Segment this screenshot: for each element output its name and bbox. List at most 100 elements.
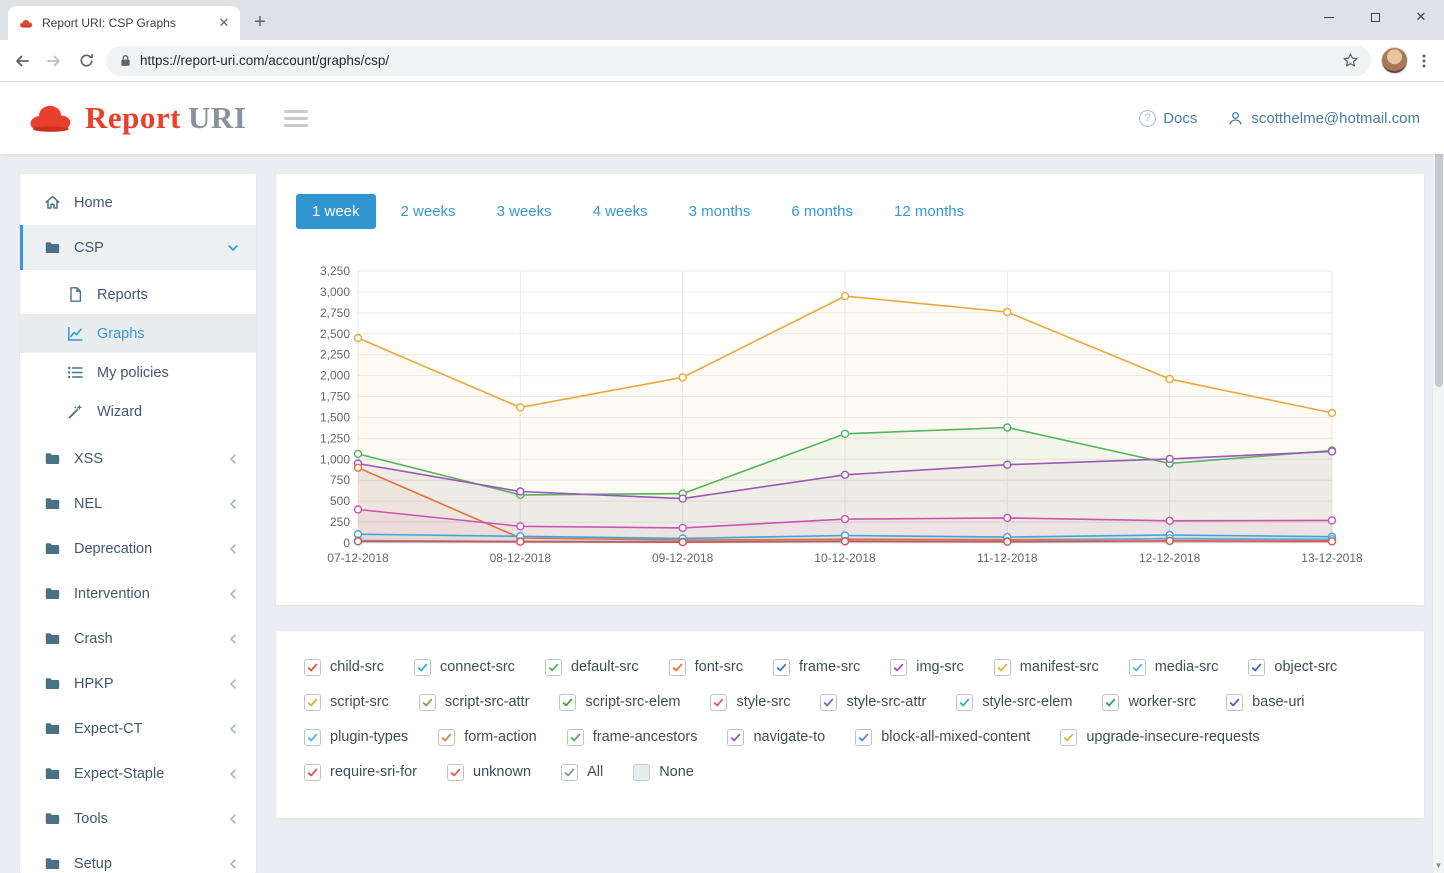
range-tab-4-weeks[interactable]: 4 weeks bbox=[577, 194, 664, 229]
checkbox-style-src[interactable] bbox=[710, 694, 727, 711]
range-tab-3-weeks[interactable]: 3 weeks bbox=[481, 194, 568, 229]
maximize-button[interactable] bbox=[1352, 0, 1398, 34]
checkbox-child-src[interactable] bbox=[304, 659, 321, 676]
filter-media-src[interactable]: media-src bbox=[1129, 659, 1219, 676]
filter-label: frame-src bbox=[799, 659, 860, 675]
checkbox-style-src-attr[interactable] bbox=[820, 694, 837, 711]
forward-button[interactable] bbox=[38, 45, 70, 77]
filter-style-src[interactable]: style-src bbox=[710, 694, 790, 711]
filter-label: form-action bbox=[464, 729, 537, 745]
filter-default-src[interactable]: default-src bbox=[545, 659, 639, 676]
checkbox-require-sri-for[interactable] bbox=[304, 764, 321, 781]
range-tab-3-months[interactable]: 3 months bbox=[673, 194, 767, 229]
checkbox-none[interactable] bbox=[633, 764, 650, 781]
filter-unknown[interactable]: unknown bbox=[447, 764, 531, 781]
tab-close-icon[interactable]: ✕ bbox=[216, 15, 232, 31]
checkbox-img-src[interactable] bbox=[890, 659, 907, 676]
docs-link[interactable]: ? Docs bbox=[1139, 110, 1197, 127]
filter-manifest-src[interactable]: manifest-src bbox=[994, 659, 1099, 676]
filter-frame-ancestors[interactable]: frame-ancestors bbox=[567, 729, 698, 746]
sidebar-item-expect-staple[interactable]: Expect-Staple bbox=[20, 751, 256, 796]
filter-img-src[interactable]: img-src bbox=[890, 659, 964, 676]
checkbox-style-src-elem[interactable] bbox=[956, 694, 973, 711]
browser-tab[interactable]: Report URI: CSP Graphs ✕ bbox=[8, 6, 240, 40]
sidebar-item-nel[interactable]: NEL bbox=[20, 481, 256, 526]
filter-object-src[interactable]: object-src bbox=[1248, 659, 1337, 676]
checkbox-manifest-src[interactable] bbox=[994, 659, 1011, 676]
minimize-button[interactable] bbox=[1306, 0, 1352, 34]
sidebar-item-wizard[interactable]: Wizard bbox=[20, 392, 256, 431]
filter-child-src[interactable]: child-src bbox=[304, 659, 384, 676]
checkbox-default-src[interactable] bbox=[545, 659, 562, 676]
range-tab-1-week[interactable]: 1 week bbox=[296, 194, 376, 229]
checkbox-object-src[interactable] bbox=[1248, 659, 1265, 676]
filter-style-src-elem[interactable]: style-src-elem bbox=[956, 694, 1072, 711]
sidebar-item-tools[interactable]: Tools bbox=[20, 796, 256, 841]
filter-script-src-elem[interactable]: script-src-elem bbox=[559, 694, 680, 711]
range-tab-2-weeks[interactable]: 2 weeks bbox=[385, 194, 472, 229]
sidebar-item-setup[interactable]: Setup bbox=[20, 841, 256, 873]
checkbox-frame-ancestors[interactable] bbox=[567, 729, 584, 746]
sidebar-item-hpkp[interactable]: HPKP bbox=[20, 661, 256, 706]
checkbox-script-src-elem[interactable] bbox=[559, 694, 576, 711]
filter-font-src[interactable]: font-src bbox=[669, 659, 743, 676]
sidebar-item-expect-ct[interactable]: Expect-CT bbox=[20, 706, 256, 751]
sidebar-item-crash[interactable]: Crash bbox=[20, 616, 256, 661]
filter-connect-src[interactable]: connect-src bbox=[414, 659, 515, 676]
checkbox-unknown[interactable] bbox=[447, 764, 464, 781]
sidebar-item-reports[interactable]: Reports bbox=[20, 275, 256, 314]
filter-frame-src[interactable]: frame-src bbox=[773, 659, 860, 676]
filter-form-action[interactable]: form-action bbox=[438, 729, 537, 746]
sidebar-item-my-policies[interactable]: My policies bbox=[20, 353, 256, 392]
sidebar-item-home[interactable]: Home bbox=[20, 180, 256, 225]
checkbox-worker-src[interactable] bbox=[1102, 694, 1119, 711]
new-tab-button[interactable]: + bbox=[246, 8, 274, 36]
sidebar-item-csp[interactable]: CSP bbox=[20, 225, 256, 270]
checkbox-script-src-attr[interactable] bbox=[419, 694, 436, 711]
filter-base-uri[interactable]: base-uri bbox=[1226, 694, 1304, 711]
checkbox-all[interactable] bbox=[561, 764, 578, 781]
folder-icon bbox=[44, 540, 61, 557]
filter-plugin-types[interactable]: plugin-types bbox=[304, 729, 408, 746]
checkbox-block-all-mixed-content[interactable] bbox=[855, 729, 872, 746]
filter-script-src[interactable]: script-src bbox=[304, 694, 389, 711]
brand-logo[interactable]: ReportURI bbox=[24, 100, 246, 136]
range-tab-12-months[interactable]: 12 months bbox=[878, 194, 980, 229]
checkbox-media-src[interactable] bbox=[1129, 659, 1146, 676]
checkbox-navigate-to[interactable] bbox=[727, 729, 744, 746]
scroll-down-arrow-icon[interactable]: ▼ bbox=[1433, 859, 1444, 872]
sidebar-item-xss[interactable]: XSS bbox=[20, 436, 256, 481]
browser-menu-kebab-icon[interactable] bbox=[1416, 53, 1432, 69]
filter-none[interactable]: None bbox=[633, 764, 694, 781]
close-window-button[interactable]: ✕ bbox=[1398, 0, 1444, 34]
range-tab-6-months[interactable]: 6 months bbox=[775, 194, 869, 229]
sidebar-item-label: XSS bbox=[74, 451, 103, 467]
profile-avatar[interactable] bbox=[1381, 47, 1408, 74]
address-bar[interactable]: https://report-uri.com/account/graphs/cs… bbox=[106, 46, 1371, 76]
checkbox-script-src[interactable] bbox=[304, 694, 321, 711]
filter-all[interactable]: All bbox=[561, 764, 603, 781]
sidebar-item-graphs[interactable]: Graphs bbox=[20, 314, 256, 353]
refresh-button[interactable] bbox=[70, 45, 102, 77]
checkbox-font-src[interactable] bbox=[669, 659, 686, 676]
checkbox-form-action[interactable] bbox=[438, 729, 455, 746]
filter-block-all-mixed-content[interactable]: block-all-mixed-content bbox=[855, 729, 1030, 746]
sidebar-item-intervention[interactable]: Intervention bbox=[20, 571, 256, 616]
hamburger-menu-icon[interactable] bbox=[284, 110, 308, 127]
checkbox-base-uri[interactable] bbox=[1226, 694, 1243, 711]
filter-worker-src[interactable]: worker-src bbox=[1102, 694, 1196, 711]
bookmark-star-icon[interactable] bbox=[1342, 52, 1359, 69]
filter-style-src-attr[interactable]: style-src-attr bbox=[820, 694, 926, 711]
page-scrollbar[interactable]: ▲ ▼ bbox=[1432, 82, 1444, 873]
sidebar-item-deprecation[interactable]: Deprecation bbox=[20, 526, 256, 571]
checkbox-upgrade-insecure-requests[interactable] bbox=[1060, 729, 1077, 746]
checkbox-frame-src[interactable] bbox=[773, 659, 790, 676]
filter-require-sri-for[interactable]: require-sri-for bbox=[304, 764, 417, 781]
filter-script-src-attr[interactable]: script-src-attr bbox=[419, 694, 530, 711]
back-button[interactable] bbox=[6, 45, 38, 77]
checkbox-connect-src[interactable] bbox=[414, 659, 431, 676]
checkbox-plugin-types[interactable] bbox=[304, 729, 321, 746]
account-menu[interactable]: scotthelme@hotmail.com bbox=[1227, 110, 1420, 127]
filter-navigate-to[interactable]: navigate-to bbox=[727, 729, 825, 746]
filter-upgrade-insecure-requests[interactable]: upgrade-insecure-requests bbox=[1060, 729, 1259, 746]
